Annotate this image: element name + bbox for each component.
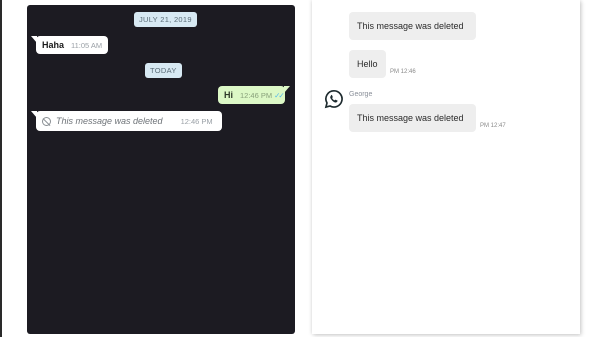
message-deleted-bottom[interactable]: This message was deleted [349,104,476,132]
message-text: Hi [224,90,233,100]
message-text: Haha [42,40,65,50]
bubble-tail [31,36,37,43]
bubble-tail [31,111,37,118]
read-ticks-icon: ✓✓ [274,90,284,100]
left-edge-line [0,0,2,337]
message-hello[interactable]: Hello [349,50,386,78]
message-time: 12:46 PM [240,90,273,100]
message-time: PM 12:47 [480,123,506,129]
light-chat-panel: This message was deleted Hello PM 12:46 … [312,0,580,334]
message-time: 11:05 AM [71,40,103,50]
message-haha[interactable]: Haha 11:05 AM [31,36,108,54]
ban-icon [42,116,51,126]
whatsapp-icon [324,89,343,109]
message-deleted[interactable]: This message was deleted 12:46 PM [31,111,222,131]
message-time: 12:46 PM [180,116,213,126]
message-deleted-top[interactable]: This message was deleted [349,12,476,40]
message-text: This message was deleted [56,116,163,126]
message-hi[interactable]: Hi 12:46 PM ✓✓ [218,86,290,104]
date-chip: JULY 21, 2019 [134,12,197,27]
message-time: PM 12:46 [390,69,416,75]
bubble-tail [284,86,290,93]
sender-name: George [349,91,373,98]
dark-chat-panel: JULY 21, 2019 Haha 11:05 AM TODAY Hi 12:… [27,5,295,334]
today-chip: TODAY [145,63,182,78]
